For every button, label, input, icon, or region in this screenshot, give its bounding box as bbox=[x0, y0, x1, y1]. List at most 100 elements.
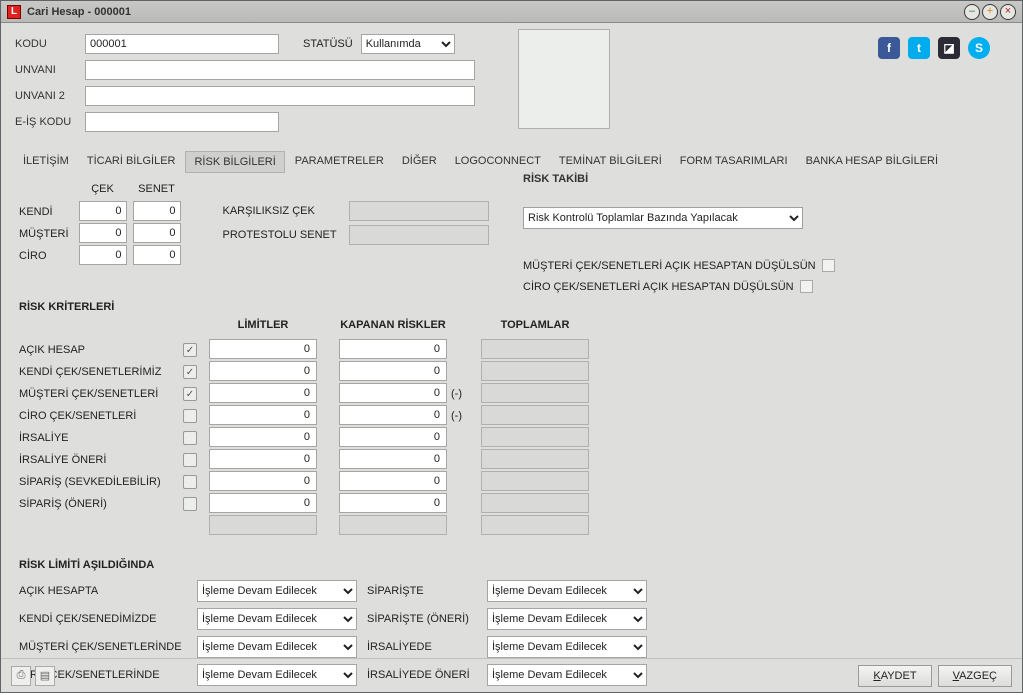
tab-ticari[interactable]: TİCARİ BİLGİLER bbox=[79, 151, 184, 173]
limit-r8[interactable] bbox=[209, 493, 317, 513]
tab-logoconnect[interactable]: LOGOCONNECT bbox=[447, 151, 549, 173]
ciro-senet-input[interactable] bbox=[133, 245, 181, 265]
unvani2-input[interactable] bbox=[85, 86, 475, 106]
rk-musteri-ceksenet-checkbox[interactable] bbox=[183, 387, 197, 401]
kapanan-r8[interactable] bbox=[339, 493, 447, 513]
minimize-icon[interactable]: – bbox=[964, 4, 980, 20]
toplam-r6 bbox=[481, 449, 589, 469]
risk-kriterleri-block: RİSK KRİTERLERİ AÇIK HESAP KENDİ ÇEK/SEN… bbox=[19, 301, 1004, 537]
save-button[interactable]: KAYDET bbox=[858, 665, 931, 687]
rk-irsaliye-oneri-checkbox[interactable] bbox=[183, 453, 197, 467]
rl-irsaliyede-select[interactable]: İşleme Devam Edilecek bbox=[487, 636, 647, 658]
ciro-cek-input[interactable] bbox=[79, 245, 127, 265]
kapanan-total bbox=[339, 515, 447, 535]
close-icon[interactable]: × bbox=[1000, 4, 1016, 20]
rk-siparis-oneri-checkbox[interactable] bbox=[183, 497, 197, 511]
rl-sipariste-oneri-label: SİPARİŞTE (ÖNERİ) bbox=[367, 613, 487, 625]
rk-irsaliye-checkbox[interactable] bbox=[183, 431, 197, 445]
tab-parametreler[interactable]: PARAMETRELER bbox=[287, 151, 392, 173]
limit-r1[interactable] bbox=[209, 339, 317, 359]
tab-diger[interactable]: DİĞER bbox=[394, 151, 445, 173]
rk-siparis-sevk-checkbox[interactable] bbox=[183, 475, 197, 489]
toplam-r4 bbox=[481, 405, 589, 425]
limitler-header: LİMİTLER bbox=[238, 319, 289, 339]
eis-input[interactable] bbox=[85, 112, 279, 132]
musteri-cek-dusulsun-checkbox[interactable] bbox=[822, 259, 835, 272]
window: L Cari Hesap - 000001 – + × KODU STATÜSÜ… bbox=[0, 0, 1023, 693]
rk-ciro-ceksenet-checkbox[interactable] bbox=[183, 409, 197, 423]
rk-acik-hesap-label: AÇIK HESAP bbox=[19, 344, 85, 356]
musteri-cek-input[interactable] bbox=[79, 223, 127, 243]
risk-takibi-block: RİSK TAKİBİ Risk Kontrolü Toplamlar Bazı… bbox=[523, 173, 835, 293]
kapanan-r5[interactable] bbox=[339, 427, 447, 447]
kapanan-header: KAPANAN RİSKLER bbox=[340, 319, 446, 339]
toplam-r7 bbox=[481, 471, 589, 491]
tabs: İLETİŞİM TİCARİ BİLGİLER RİSK BİLGİLERİ … bbox=[15, 151, 1008, 173]
limit-r3[interactable] bbox=[209, 383, 317, 403]
print-icon[interactable]: ⎙ bbox=[11, 666, 31, 686]
toplam-total bbox=[481, 515, 589, 535]
tab-iletisim[interactable]: İLETİŞİM bbox=[15, 151, 77, 173]
rk-kendi-ceksenet-label: KENDİ ÇEK/SENETLERİMİZ bbox=[19, 366, 161, 378]
unvani-input[interactable] bbox=[85, 60, 475, 80]
kapanan-r3[interactable] bbox=[339, 383, 447, 403]
rl-sipariste-select[interactable]: İşleme Devam Edilecek bbox=[487, 580, 647, 602]
kapanan-r4[interactable] bbox=[339, 405, 447, 425]
gallery-icon[interactable]: ◪ bbox=[938, 37, 960, 59]
tab-banka[interactable]: BANKA HESAP BİLGİLERİ bbox=[798, 151, 946, 173]
cek-senet-block: KENDİ MÜŞTERİ CİRO ÇEK SENET bbox=[19, 183, 1004, 267]
toplam-r2 bbox=[481, 361, 589, 381]
rl-musteri-ceksenet-select[interactable]: İşleme Devam Edilecek bbox=[197, 636, 357, 658]
rl-irsaliyede-label: İRSALİYEDE bbox=[367, 641, 487, 653]
rk-siparis-oneri-label: SİPARİŞ (ÖNERİ) bbox=[19, 498, 107, 510]
toplamlar-header: TOPLAMLAR bbox=[501, 319, 570, 339]
limit-r4[interactable] bbox=[209, 405, 317, 425]
rk-siparis-sevk-label: SİPARİŞ (SEVKEDİLEBİLİR) bbox=[19, 476, 161, 488]
skype-icon[interactable]: S bbox=[968, 37, 990, 59]
kendi-senet-input[interactable] bbox=[133, 201, 181, 221]
musteri-senet-input[interactable] bbox=[133, 223, 181, 243]
rl-sipariste-oneri-select[interactable]: İşleme Devam Edilecek bbox=[487, 608, 647, 630]
limit-r5[interactable] bbox=[209, 427, 317, 447]
cancel-button[interactable]: VAZGEÇ bbox=[938, 665, 1012, 687]
twitter-icon[interactable]: t bbox=[908, 37, 930, 59]
limit-r2[interactable] bbox=[209, 361, 317, 381]
rk-acik-hesap-checkbox[interactable] bbox=[183, 343, 197, 357]
kapanan-r2[interactable] bbox=[339, 361, 447, 381]
tab-teminat[interactable]: TEMİNAT BİLGİLERİ bbox=[551, 151, 670, 173]
tab-risk[interactable]: RİSK BİLGİLERİ bbox=[185, 151, 284, 173]
limit-r7[interactable] bbox=[209, 471, 317, 491]
cek-header: ÇEK bbox=[91, 183, 114, 201]
risk-limiti-title: RİSK LİMİTİ AŞILDIĞINDA bbox=[19, 559, 1004, 571]
social-icons: f t ◪ S bbox=[878, 37, 990, 59]
facebook-icon[interactable]: f bbox=[878, 37, 900, 59]
tab-form[interactable]: FORM TASARIMLARI bbox=[672, 151, 796, 173]
risk-takibi-title: RİSK TAKİBİ bbox=[523, 173, 835, 185]
rk-irsaliye-label: İRSALİYE bbox=[19, 432, 69, 444]
ciro-cek-dusulsun-checkbox[interactable] bbox=[800, 280, 813, 293]
kapanan-r6[interactable] bbox=[339, 449, 447, 469]
kendi-cek-input[interactable] bbox=[79, 201, 127, 221]
rl-kendi-ceksenet-select[interactable]: İşleme Devam Edilecek bbox=[197, 608, 357, 630]
window-buttons: – + × bbox=[964, 4, 1016, 20]
rl-kendi-ceksenet-label: KENDİ ÇEK/SENEDİMİZDE bbox=[19, 613, 197, 625]
karsiliksiz-cek-field bbox=[349, 201, 489, 221]
titlebar: L Cari Hesap - 000001 – + × bbox=[1, 1, 1022, 23]
limit-r6[interactable] bbox=[209, 449, 317, 469]
rl-acik-hesapta-label: AÇIK HESAPTA bbox=[19, 585, 197, 597]
document-icon[interactable]: ▤ bbox=[35, 666, 55, 686]
limit-total bbox=[209, 515, 317, 535]
risk-takibi-select[interactable]: Risk Kontrolü Toplamlar Bazında Yapılaca… bbox=[523, 207, 803, 229]
kodu-label: KODU bbox=[15, 38, 85, 50]
photo-placeholder[interactable] bbox=[518, 29, 610, 129]
cs-ciro-label: CİRO bbox=[19, 245, 69, 267]
rl-acik-hesapta-select[interactable]: İşleme Devam Edilecek bbox=[197, 580, 357, 602]
rk-kendi-ceksenet-checkbox[interactable] bbox=[183, 365, 197, 379]
footer: ⎙ ▤ KAYDET VAZGEÇ bbox=[1, 658, 1022, 692]
kapanan-r7[interactable] bbox=[339, 471, 447, 491]
status-select[interactable]: Kullanımda bbox=[361, 34, 455, 54]
kapanan-r1[interactable] bbox=[339, 339, 447, 359]
kodu-input[interactable] bbox=[85, 34, 279, 54]
app-icon: L bbox=[7, 5, 21, 19]
maximize-icon[interactable]: + bbox=[982, 4, 998, 20]
